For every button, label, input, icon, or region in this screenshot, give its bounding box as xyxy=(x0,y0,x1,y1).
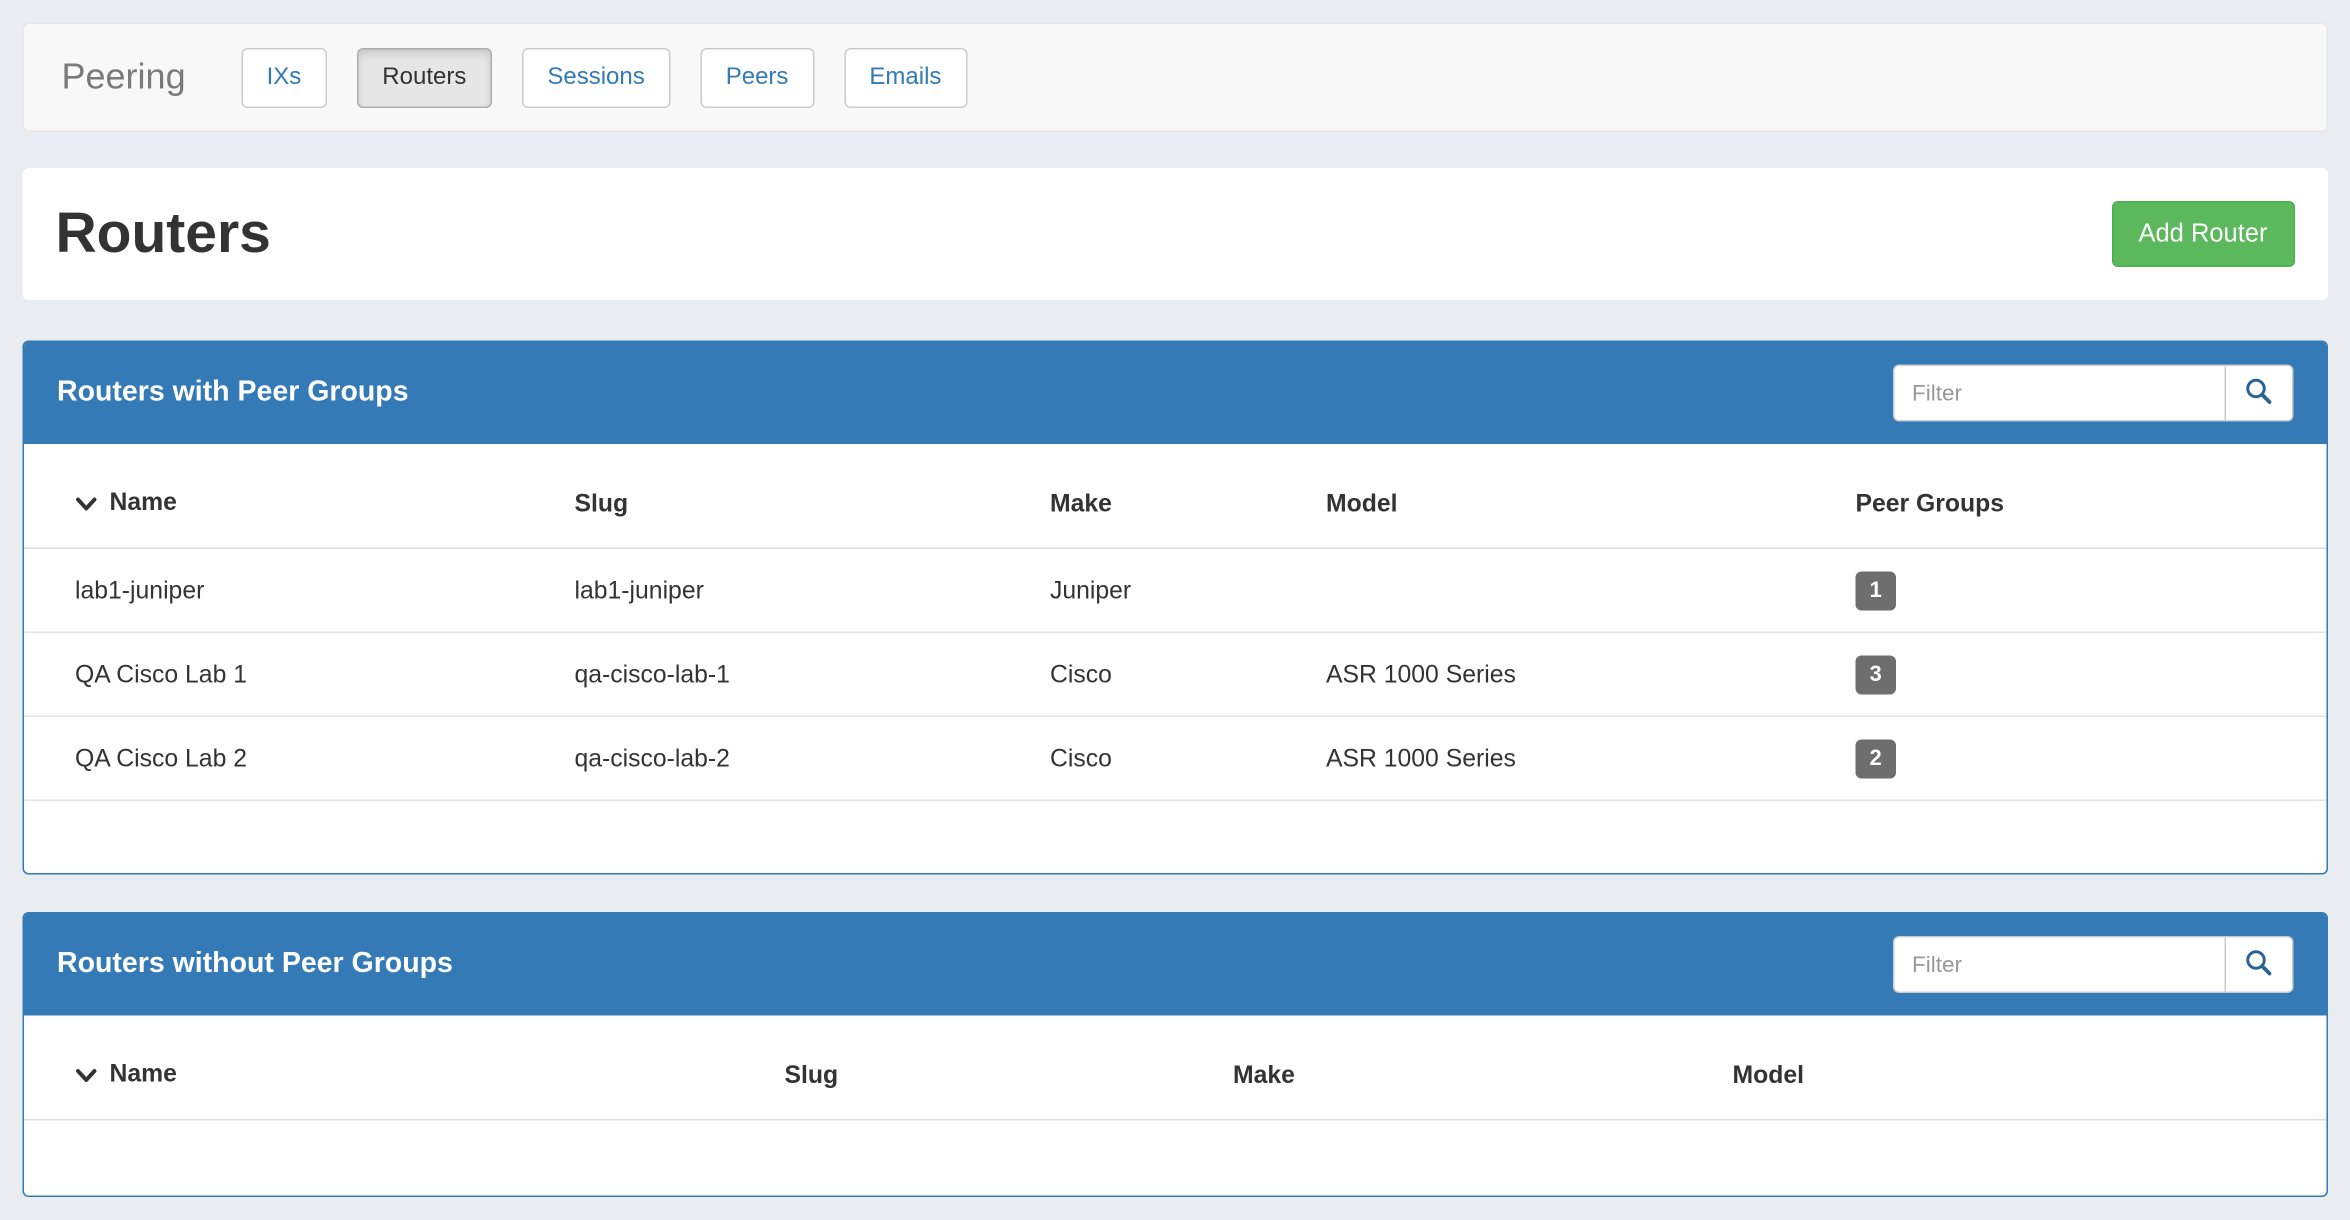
empty-table-body xyxy=(24,1121,2326,1196)
filter-input[interactable] xyxy=(1892,365,2225,422)
nav-routers-button[interactable]: Routers xyxy=(357,47,492,107)
cell-name: QA Cisco Lab 2 xyxy=(24,716,524,800)
column-header-label: Name xyxy=(110,489,177,516)
cell-make: Juniper xyxy=(999,548,1275,632)
cell-slug: qa-cisco-lab-1 xyxy=(524,632,1000,716)
cell-peer-groups: 2 xyxy=(1805,716,2326,800)
table-row: QA Cisco Lab 1 qa-cisco-lab-1 Cisco ASR … xyxy=(24,632,2326,716)
routers-without-peer-groups-table: Name Slug Make Model xyxy=(24,1016,2326,1121)
table-row: QA Cisco Lab 2 qa-cisco-lab-2 Cisco ASR … xyxy=(24,716,2326,800)
chevron-down-icon xyxy=(75,1062,98,1091)
nav-emails-button[interactable]: Emails xyxy=(844,47,967,107)
nav-buttons: IXs Routers Sessions Peers Emails xyxy=(241,47,967,107)
peer-groups-badge: 3 xyxy=(1856,656,1897,695)
page-title: Routers xyxy=(56,202,271,267)
cell-peer-groups: 3 xyxy=(1805,632,2326,716)
column-header-model[interactable]: Model xyxy=(1275,444,1805,548)
nav-sessions-button[interactable]: Sessions xyxy=(522,47,670,107)
peer-groups-badge: 2 xyxy=(1856,740,1897,779)
column-header-peer-groups[interactable]: Peer Groups xyxy=(1805,444,2326,548)
page-header-panel: Routers Add Router xyxy=(23,168,2328,300)
cell-make: Cisco xyxy=(999,632,1275,716)
search-button[interactable] xyxy=(2225,365,2293,422)
table-header-row: Name Slug Make Model xyxy=(24,1016,2326,1120)
cell-slug: qa-cisco-lab-2 xyxy=(524,716,1000,800)
nav-peers-button[interactable]: Peers xyxy=(700,47,814,107)
table-row: lab1-juniper lab1-juniper Juniper 1 xyxy=(24,548,2326,632)
cell-slug: lab1-juniper xyxy=(524,548,1000,632)
panel-heading: Routers with Peer Groups xyxy=(24,342,2326,444)
routers-with-peer-groups-table: Name Slug Make Model Peer Groups lab1-ju… xyxy=(24,444,2326,801)
cell-name: QA Cisco Lab 1 xyxy=(24,632,524,716)
search-button[interactable] xyxy=(2225,936,2293,993)
panel-body-spacer xyxy=(24,801,2326,873)
column-header-slug[interactable]: Slug xyxy=(524,444,1000,548)
brand-peering: Peering xyxy=(62,56,186,98)
column-header-make[interactable]: Make xyxy=(1182,1016,1682,1120)
cell-peer-groups: 1 xyxy=(1805,548,2326,632)
add-router-button[interactable]: Add Router xyxy=(2111,201,2294,267)
filter-group xyxy=(1892,365,2293,422)
cell-make: Cisco xyxy=(999,716,1275,800)
routers-with-peer-groups-panel: Routers with Peer Groups xyxy=(23,341,2328,875)
column-header-name[interactable]: Name xyxy=(24,444,524,548)
page: Peering IXs Routers Sessions Peers Email… xyxy=(0,0,2350,1204)
column-header-label: Name xyxy=(110,1061,177,1088)
panel-title: Routers without Peer Groups xyxy=(57,948,453,981)
panel-title: Routers with Peer Groups xyxy=(57,377,409,410)
table-header-row: Name Slug Make Model Peer Groups xyxy=(24,444,2326,548)
chevron-down-icon xyxy=(75,491,98,520)
cell-name: lab1-juniper xyxy=(24,548,524,632)
panel-heading: Routers without Peer Groups xyxy=(24,914,2326,1016)
routers-without-peer-groups-panel: Routers without Peer Groups xyxy=(23,912,2328,1197)
magnifier-icon xyxy=(2244,377,2273,410)
column-header-model[interactable]: Model xyxy=(1682,1016,2326,1120)
filter-group xyxy=(1892,936,2293,993)
nav-ixs-button[interactable]: IXs xyxy=(241,47,327,107)
column-header-make[interactable]: Make xyxy=(999,444,1275,548)
column-header-name[interactable]: Name xyxy=(24,1016,734,1120)
cell-model: ASR 1000 Series xyxy=(1275,716,1805,800)
cell-model: ASR 1000 Series xyxy=(1275,632,1805,716)
filter-input[interactable] xyxy=(1892,936,2225,993)
top-navbar: Peering IXs Routers Sessions Peers Email… xyxy=(23,23,2328,133)
page-container: Peering IXs Routers Sessions Peers Email… xyxy=(0,0,2350,1220)
peer-groups-badge: 1 xyxy=(1856,572,1897,611)
magnifier-icon xyxy=(2244,948,2273,981)
cell-model xyxy=(1275,548,1805,632)
column-header-slug[interactable]: Slug xyxy=(734,1016,1183,1120)
